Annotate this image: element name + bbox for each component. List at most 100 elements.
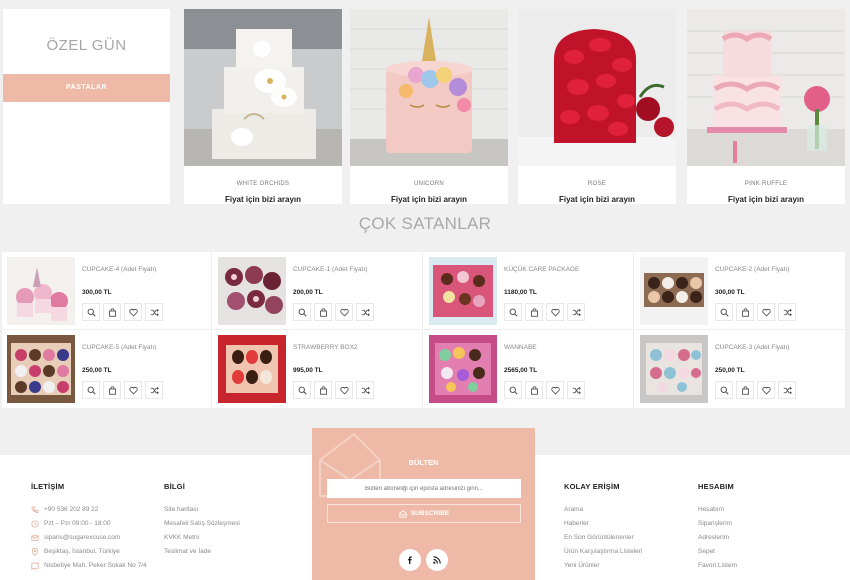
- zoom-icon: [87, 308, 96, 317]
- footer-link[interactable]: Sepet: [698, 545, 737, 559]
- featured-product-card[interactable]: ROSE Fiyat için bizi arayın: [518, 9, 676, 204]
- product-card[interactable]: CUPCAKE-4 (Adet Fiyatı) 300,00 TL: [2, 252, 212, 330]
- add-to-cart-button[interactable]: [103, 303, 121, 321]
- footer-link[interactable]: Hesabım: [698, 503, 737, 517]
- product-name[interactable]: UNICORN: [350, 181, 508, 187]
- quick-view-button[interactable]: [82, 381, 100, 399]
- subscribe-button[interactable]: SUBSCRIBE: [327, 504, 521, 523]
- product-image[interactable]: [429, 335, 497, 403]
- category-button-pastalar[interactable]: PASTALAR: [3, 74, 170, 102]
- special-day-card: ÖZEL GÜN PASTALAR: [3, 9, 170, 204]
- product-card[interactable]: KÜÇÜK CARE PACKAGE 1180,00 TL: [424, 252, 634, 330]
- quick-view-button[interactable]: [504, 303, 522, 321]
- add-to-cart-button[interactable]: [103, 381, 121, 399]
- add-to-cart-button[interactable]: [736, 303, 754, 321]
- add-to-wishlist-button[interactable]: [124, 303, 142, 321]
- compare-button[interactable]: [567, 303, 585, 321]
- footer-link[interactable]: Favori Listem: [698, 559, 737, 573]
- add-to-wishlist-button[interactable]: [546, 381, 564, 399]
- facebook-icon: [408, 556, 412, 564]
- add-to-wishlist-button[interactable]: [757, 303, 775, 321]
- compare-button[interactable]: [145, 381, 163, 399]
- add-to-cart-button[interactable]: [314, 303, 332, 321]
- special-day-section: ÖZEL GÜN PASTALAR WHITE ORCHIDS Fiyat iç…: [0, 0, 850, 210]
- product-image[interactable]: [640, 257, 708, 325]
- product-image[interactable]: [7, 257, 75, 325]
- add-to-cart-button[interactable]: [525, 303, 543, 321]
- product-card[interactable]: CUPCAKE-5 (Adet Fiyatı) 250,00 TL: [2, 330, 212, 408]
- quick-view-button[interactable]: [293, 381, 311, 399]
- quick-view-button[interactable]: [82, 303, 100, 321]
- footer-link[interactable]: KVKK Metni: [164, 531, 240, 545]
- product-image[interactable]: [687, 9, 845, 166]
- footer-link[interactable]: Mesafeli Satış Sözleşmesi: [164, 517, 240, 531]
- footer-link[interactable]: Adreslerim: [698, 531, 737, 545]
- add-to-cart-button[interactable]: [314, 381, 332, 399]
- quick-view-button[interactable]: [504, 381, 522, 399]
- product-name[interactable]: KÜÇÜK CARE PACKAGE: [504, 266, 579, 273]
- envelope-icon: [399, 509, 407, 518]
- compare-button[interactable]: [145, 303, 163, 321]
- shuffle-icon: [150, 308, 159, 316]
- product-name[interactable]: WANNABE: [504, 344, 537, 351]
- compare-button[interactable]: [567, 381, 585, 399]
- featured-product-card[interactable]: WHITE ORCHIDS Fiyat için bizi arayın: [184, 9, 342, 204]
- shuffle-icon: [361, 386, 370, 394]
- product-name[interactable]: CUPCAKE-4 (Adet Fiyatı): [82, 266, 156, 273]
- rss-button[interactable]: [426, 549, 448, 571]
- compare-button[interactable]: [356, 303, 374, 321]
- product-image[interactable]: [518, 9, 676, 166]
- product-name[interactable]: ROSE: [518, 181, 676, 187]
- product-card[interactable]: CUPCAKE-1 (Adet Fiyatı) 200,00 TL: [213, 252, 423, 330]
- quick-view-button[interactable]: [293, 303, 311, 321]
- product-name[interactable]: CUPCAKE-1 (Adet Fiyatı): [293, 266, 367, 273]
- footer-link[interactable]: Site haritası: [164, 503, 240, 517]
- add-to-wishlist-button[interactable]: [335, 381, 353, 399]
- footer-link[interactable]: Haberler: [564, 517, 642, 531]
- compare-button[interactable]: [778, 381, 796, 399]
- product-image[interactable]: [7, 335, 75, 403]
- add-to-cart-button[interactable]: [736, 381, 754, 399]
- quick-view-button[interactable]: [715, 381, 733, 399]
- product-image[interactable]: [640, 335, 708, 403]
- footer-link[interactable]: En Son Görüntülenenler: [564, 531, 642, 545]
- product-name[interactable]: WHITE ORCHIDS: [184, 181, 342, 187]
- heart-icon: [128, 308, 138, 316]
- newsletter-box: BÜLTEN SUBSCRIBE: [312, 428, 535, 580]
- product-name[interactable]: CUPCAKE-5 (Adet Fiyatı): [82, 344, 156, 351]
- product-name[interactable]: PINK RUFFLE: [687, 181, 845, 187]
- compare-button[interactable]: [778, 303, 796, 321]
- featured-product-card[interactable]: PINK RUFFLE Fiyat için bizi arayın: [687, 9, 845, 204]
- footer-link[interactable]: Yeni Ürünler: [564, 559, 642, 573]
- product-name[interactable]: CUPCAKE-3 (Adet Fiyatı): [715, 344, 789, 351]
- featured-product-card[interactable]: UNICORN Fiyat için bizi arayın: [350, 9, 508, 204]
- zoom-icon: [720, 308, 729, 317]
- footer-link[interactable]: Teslimat ve İade: [164, 545, 240, 559]
- product-name[interactable]: STRAWBERRY BOX2: [293, 344, 358, 351]
- contact-phone[interactable]: +90 536 202 89 22: [31, 503, 147, 517]
- add-to-wishlist-button[interactable]: [124, 381, 142, 399]
- product-image[interactable]: [350, 9, 508, 166]
- footer-link[interactable]: Siparişlerim: [698, 517, 737, 531]
- product-image[interactable]: [218, 257, 286, 325]
- footer-link[interactable]: Arama: [564, 503, 642, 517]
- product-image[interactable]: [218, 335, 286, 403]
- product-card[interactable]: CUPCAKE-2 (Adet Fiyatı) 300,00 TL: [635, 252, 845, 330]
- product-card[interactable]: CUPCAKE-3 (Adet Fiyatı) 250,00 TL: [635, 330, 845, 408]
- product-name[interactable]: CUPCAKE-2 (Adet Fiyatı): [715, 266, 789, 273]
- facebook-button[interactable]: [399, 549, 421, 571]
- product-image[interactable]: [184, 9, 342, 166]
- add-to-wishlist-button[interactable]: [757, 381, 775, 399]
- footer-link[interactable]: Ürün Karşılaştırma Listeleri: [564, 545, 642, 559]
- add-to-wishlist-button[interactable]: [546, 303, 564, 321]
- compare-button[interactable]: [356, 381, 374, 399]
- product-price: Fiyat için bizi arayın: [224, 195, 302, 204]
- add-to-wishlist-button[interactable]: [335, 303, 353, 321]
- product-image[interactable]: [429, 257, 497, 325]
- product-card[interactable]: WANNABE 2565,00 TL: [424, 330, 634, 408]
- product-card[interactable]: STRAWBERRY BOX2 995,00 TL: [213, 330, 423, 408]
- quick-view-button[interactable]: [715, 303, 733, 321]
- contact-email[interactable]: siparis@sugarexcuse.com: [31, 531, 147, 545]
- add-to-cart-button[interactable]: [525, 381, 543, 399]
- newsletter-email-input[interactable]: [327, 479, 521, 498]
